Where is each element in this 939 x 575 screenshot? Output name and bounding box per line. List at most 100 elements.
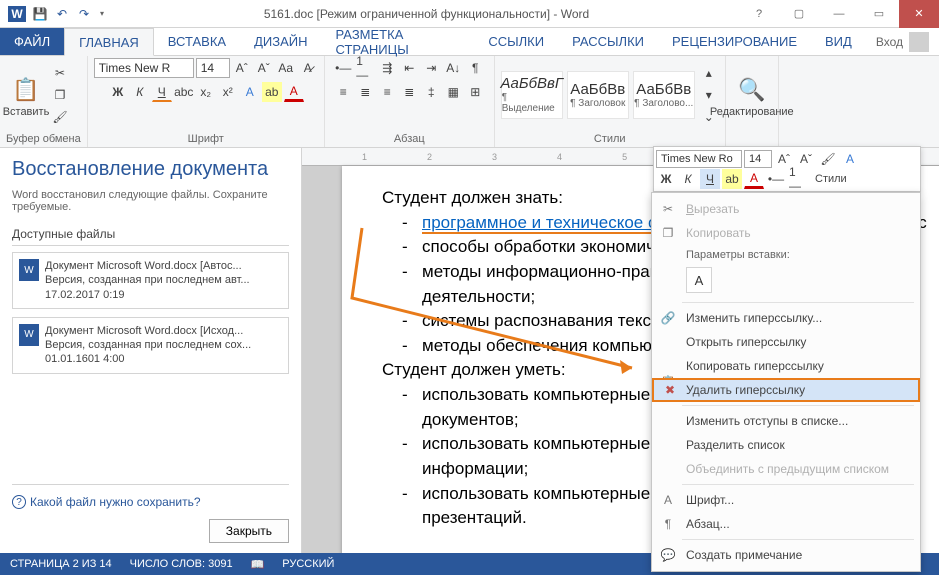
available-files-label: Доступные файлы [12,227,289,246]
mini-bullets-icon[interactable]: •— [766,169,786,189]
ctx-open-hyperlink[interactable]: Открыть гиперссылку [652,330,920,354]
tab-home[interactable]: ГЛАВНАЯ [64,28,154,56]
undo-icon[interactable]: ↶ [54,6,70,22]
ctx-new-comment[interactable]: 💬Создать примечание [652,543,920,567]
ctx-paragraph[interactable]: ¶Абзац... [652,512,920,536]
qat-dropdown-icon[interactable]: ▾ [98,9,106,18]
style-emphasis[interactable]: АаБбВвГ¶ Выделение [501,71,563,119]
redo-icon[interactable]: ↷ [76,6,92,22]
status-proofing-icon[interactable]: 📖 [251,558,265,571]
ctx-merge-list[interactable]: Объединить с предыдущим списком [652,457,920,481]
ctx-copy-hyperlink[interactable]: Копировать гиперссылку [652,354,920,378]
ctx-cut[interactable]: ✂Вырезать [652,197,920,221]
tab-file[interactable]: ФАЙЛ [0,28,64,55]
which-file-help-link[interactable]: ? Какой файл нужно сохранить? [12,495,201,509]
align-left-icon[interactable]: ≡ [333,82,353,102]
mini-italic-icon[interactable]: К [678,169,698,189]
bullets-icon[interactable]: •— [333,58,353,78]
recovered-doc-item[interactable]: W Документ Microsoft Word.docx [Исход...… [12,317,289,374]
sort-icon[interactable]: A↓ [443,58,463,78]
status-page[interactable]: СТРАНИЦА 2 ИЗ 14 [10,558,112,570]
highlight-icon[interactable]: ab [262,82,282,102]
format-painter-icon[interactable]: 🖌 [50,107,70,127]
ctx-split-list[interactable]: Разделить список [652,433,920,457]
tab-view[interactable]: ВИД [811,28,866,55]
text-effect-icon[interactable]: A [240,82,260,102]
increase-indent-icon[interactable]: ⇥ [421,58,441,78]
align-right-icon[interactable]: ≡ [377,82,397,102]
paste-options: A [652,265,920,299]
mini-font-size[interactable]: 14 [744,150,772,168]
style-heading2[interactable]: АаБбВв¶ Заголово... [633,71,695,119]
cut-icon[interactable]: ✂ [50,63,70,83]
status-words[interactable]: ЧИСЛО СЛОВ: 3091 [130,558,233,570]
styles-up-icon[interactable]: ▴ [699,63,719,83]
borders-icon[interactable]: ⊞ [465,82,485,102]
mini-font-name[interactable]: Times New Ro [656,150,742,168]
tab-insert[interactable]: ВСТАВКА [154,28,240,55]
style-heading1[interactable]: АаБбВв¶ Заголовок [567,71,629,119]
mini-styles-button[interactable]: Стили [810,169,852,189]
change-case-icon[interactable]: Aa [276,58,296,78]
font-icon: A [660,492,676,508]
mini-highlight-icon[interactable]: ab [722,169,742,189]
show-marks-icon[interactable]: ¶ [465,58,485,78]
mini-underline-icon[interactable]: Ч [700,169,720,189]
ctx-adjust-indents[interactable]: Изменить отступы в списке... [652,409,920,433]
tab-layout[interactable]: РАЗМЕТКА СТРАНИЦЫ [322,28,475,55]
subscript-icon[interactable]: x₂ [196,82,216,102]
numbering-icon[interactable]: 1— [355,58,375,78]
line-spacing-icon[interactable]: ‡ [421,82,441,102]
font-size-box[interactable]: 14 [196,58,230,78]
ctx-copy[interactable]: ❐Копировать [652,221,920,245]
status-language[interactable]: РУССКИЙ [282,558,334,570]
underline-icon[interactable]: Ч [152,82,172,102]
mini-font-color-icon[interactable]: A [744,169,764,189]
italic-icon[interactable]: К [130,82,150,102]
ctx-font[interactable]: AШрифт... [652,488,920,512]
recovered-doc-item[interactable]: W Документ Microsoft Word.docx [Автос...… [12,252,289,309]
shading-icon[interactable]: ▦ [443,82,463,102]
editing-button[interactable]: 🔍 Редактирование [732,72,772,118]
bold-icon[interactable]: Ж [108,82,128,102]
help-button[interactable]: ? [739,0,779,28]
mini-styles-icon[interactable]: A [840,149,860,169]
multilevel-icon[interactable]: ⇶ [377,58,397,78]
word-doc-icon: W [19,259,39,281]
copy-icon[interactable]: ❐ [50,85,70,105]
shrink-font-icon[interactable]: Aˇ [254,58,274,78]
strike-icon[interactable]: abc [174,82,194,102]
tab-mailings[interactable]: РАССЫЛКИ [558,28,658,55]
styles-down-icon[interactable]: ▾ [699,85,719,105]
window-controls: ? ▢ — ▭ ✕ [739,0,939,28]
superscript-icon[interactable]: x² [218,82,238,102]
mini-numbering-icon[interactable]: 1— [788,169,808,189]
tab-review[interactable]: РЕЦЕНЗИРОВАНИЕ [658,28,811,55]
sign-in[interactable]: Вход [866,28,939,55]
clear-format-icon[interactable]: A̷ [298,58,318,78]
tab-references[interactable]: ССЫЛКИ [474,28,558,55]
ribbon-options-button[interactable]: ▢ [779,0,819,28]
paste-keep-text-icon[interactable]: A [686,267,712,293]
align-center-icon[interactable]: ≣ [355,82,375,102]
close-button[interactable]: ✕ [899,0,939,28]
maximize-button[interactable]: ▭ [859,0,899,28]
decrease-indent-icon[interactable]: ⇤ [399,58,419,78]
ctx-remove-hyperlink[interactable]: ✖Удалить гиперссылку [652,378,920,402]
ctx-edit-hyperlink[interactable]: 🔗Изменить гиперссылку... [652,306,920,330]
grow-font-icon[interactable]: Aˆ [232,58,252,78]
recovery-close-button[interactable]: Закрыть [209,519,289,543]
doc-version: Версия, созданная при последнем сох... [45,338,251,352]
mini-format-painter-icon[interactable]: 🖌 [818,149,838,169]
paste-button[interactable]: 📋 Вставить [6,72,46,118]
justify-icon[interactable]: ≣ [399,82,419,102]
doc-version: Версия, созданная при последнем авт... [45,273,250,287]
avatar-icon [909,32,929,52]
ribbon-tabs: ФАЙЛ ГЛАВНАЯ ВСТАВКА ДИЗАЙН РАЗМЕТКА СТР… [0,28,939,56]
save-icon[interactable]: 💾 [32,6,48,22]
tab-design[interactable]: ДИЗАЙН [240,28,321,55]
font-name-box[interactable]: Times New R [94,58,194,78]
mini-bold-icon[interactable]: Ж [656,169,676,189]
minimize-button[interactable]: — [819,0,859,28]
font-color-icon[interactable]: A [284,82,304,102]
